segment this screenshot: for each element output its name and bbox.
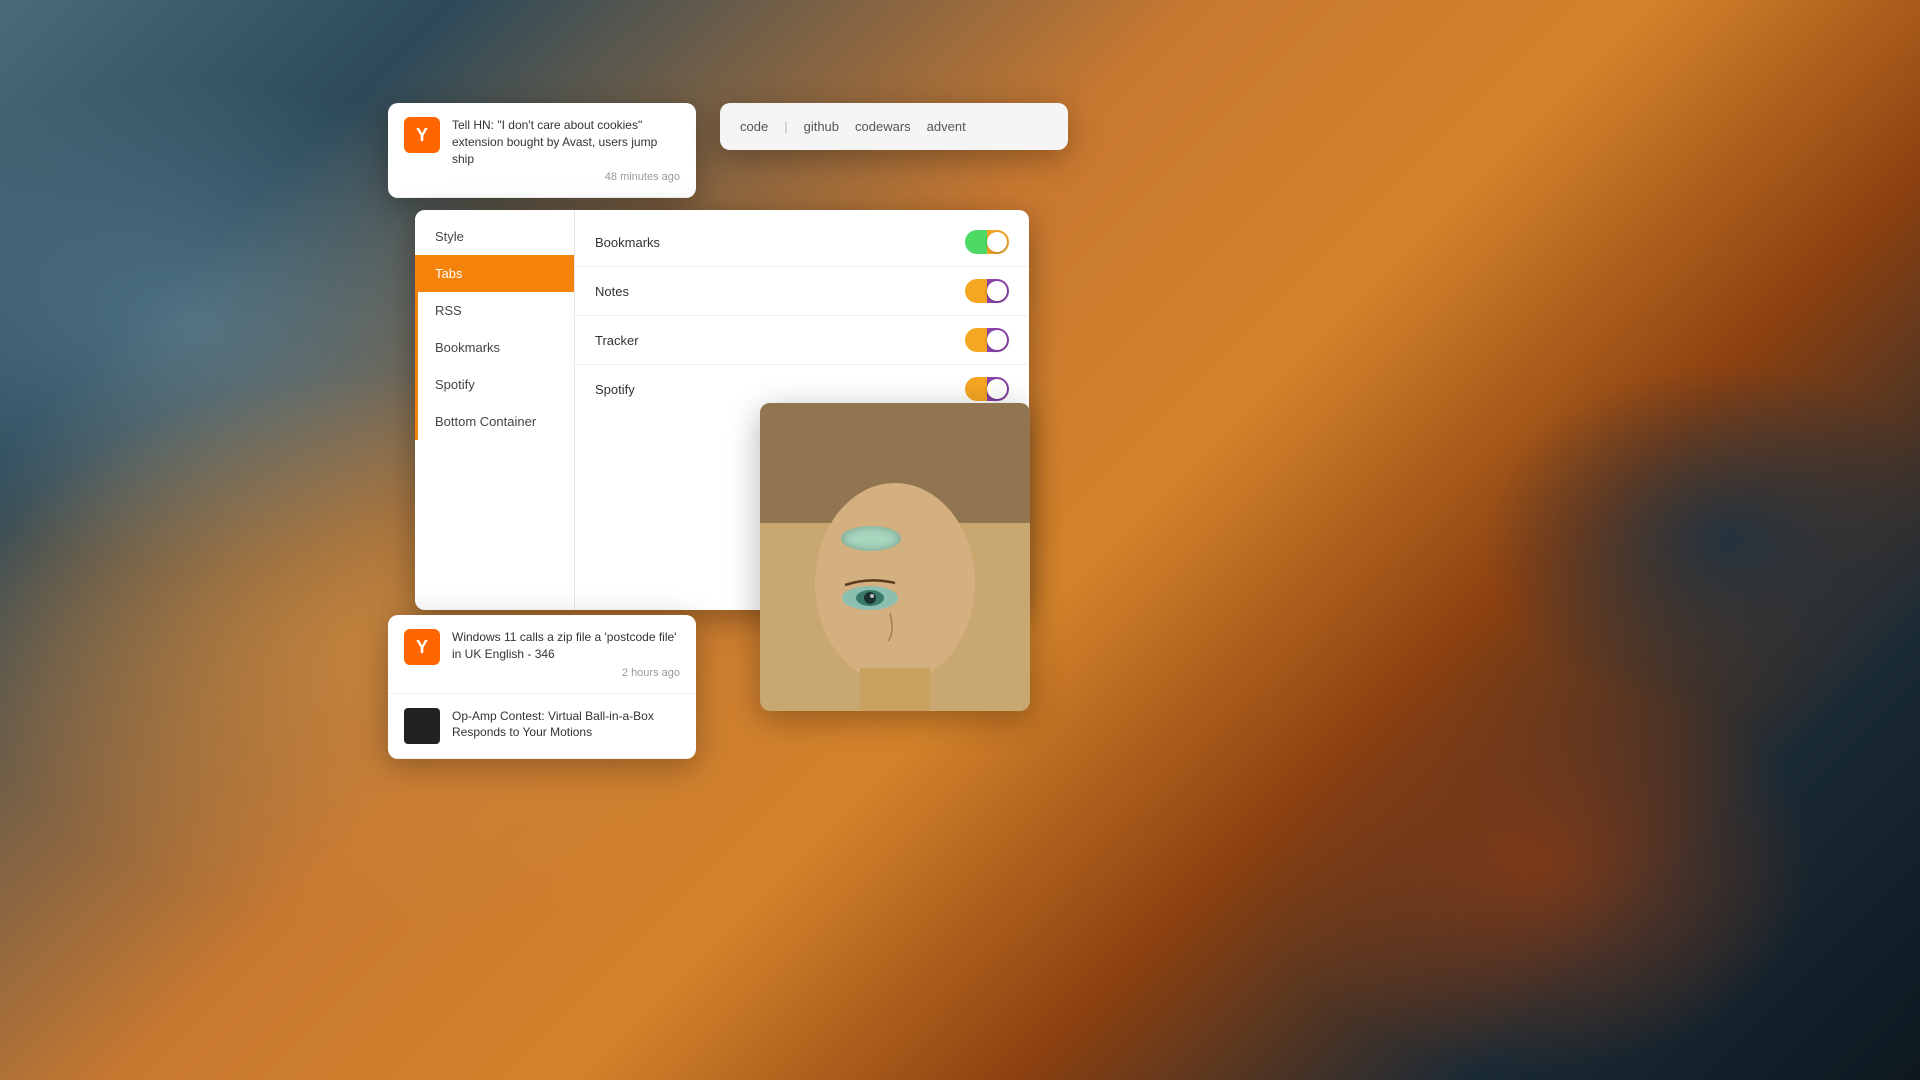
accent-bar-bookmarks xyxy=(415,329,418,366)
toggle-tracker[interactable] xyxy=(965,328,1009,352)
hn-content-2: Windows 11 calls a zip file a 'postcode … xyxy=(452,629,680,679)
toggle-label-notes: Notes xyxy=(595,284,629,299)
hn-title-3: Op-Amp Contest: Virtual Ball-in-a-Box Re… xyxy=(452,708,680,742)
toggle-spotify[interactable] xyxy=(965,377,1009,401)
toggle-bookmarks[interactable] xyxy=(965,230,1009,254)
sidebar-item-bottom-container[interactable]: Bottom Container xyxy=(415,403,574,440)
settings-sidebar: Style Tabs RSS Bookmarks Spotify Bottom … xyxy=(415,210,575,610)
hn-time-2: 2 hours ago xyxy=(452,667,680,679)
toggle-row-bookmarks: Bookmarks xyxy=(575,218,1029,267)
toggle-thumb-tracker xyxy=(987,330,1007,350)
accent-bar-bottom xyxy=(415,403,418,440)
nav-divider: | xyxy=(784,119,787,134)
accent-bar-rss xyxy=(415,292,418,329)
hn-logo-2: Y xyxy=(404,629,440,665)
hn-content-3: Op-Amp Contest: Virtual Ball-in-a-Box Re… xyxy=(452,708,680,742)
toggle-thumb-bookmarks xyxy=(987,232,1007,252)
toggle-row-tracker: Tracker xyxy=(575,316,1029,365)
sidebar-item-spotify[interactable]: Spotify xyxy=(415,366,574,403)
hn-window-top: Y Tell HN: "I don't care about cookies" … xyxy=(388,103,696,198)
hn-title: Tell HN: "I don't care about cookies" ex… xyxy=(452,117,680,167)
code-window: code | github codewars advent xyxy=(720,103,1068,150)
hn-time: 48 minutes ago xyxy=(452,171,680,183)
nav-codewars[interactable]: codewars xyxy=(855,119,911,134)
portrait-svg xyxy=(760,403,1030,711)
hn-content: Tell HN: "I don't care about cookies" ex… xyxy=(452,117,680,183)
sidebar-item-bookmarks[interactable]: Bookmarks xyxy=(415,329,574,366)
hn-item-2[interactable]: Y Windows 11 calls a zip file a 'postcod… xyxy=(388,615,696,694)
sidebar-item-style[interactable]: Style xyxy=(415,218,574,255)
toggle-label-spotify: Spotify xyxy=(595,382,635,397)
windows-container: Y Tell HN: "I don't care about cookies" … xyxy=(0,0,1920,1080)
hn-item-1[interactable]: Y Tell HN: "I don't care about cookies" … xyxy=(388,103,696,198)
hn-item-3[interactable]: Op-Amp Contest: Virtual Ball-in-a-Box Re… xyxy=(388,694,696,759)
portrait-bg xyxy=(760,403,1030,711)
hn-logo-3 xyxy=(404,708,440,744)
toggle-thumb-notes xyxy=(987,281,1007,301)
portrait-window xyxy=(760,403,1030,711)
toggle-notes[interactable] xyxy=(965,279,1009,303)
sidebar-item-tabs[interactable]: Tabs xyxy=(415,255,574,292)
hn-title-2: Windows 11 calls a zip file a 'postcode … xyxy=(452,629,680,663)
nav-advent[interactable]: advent xyxy=(927,119,966,134)
hn-window-bottom: Y Windows 11 calls a zip file a 'postcod… xyxy=(388,615,696,759)
nav-code[interactable]: code xyxy=(740,119,768,134)
nav-github[interactable]: github xyxy=(804,119,839,134)
code-nav: code | github codewars advent xyxy=(740,119,1048,134)
toggle-row-notes: Notes xyxy=(575,267,1029,316)
toggle-thumb-spotify xyxy=(987,379,1007,399)
sidebar-item-rss[interactable]: RSS xyxy=(415,292,574,329)
toggle-label-bookmarks: Bookmarks xyxy=(595,235,660,250)
toggle-label-tracker: Tracker xyxy=(595,333,639,348)
accent-bar-spotify xyxy=(415,366,418,403)
hn-logo: Y xyxy=(404,117,440,153)
